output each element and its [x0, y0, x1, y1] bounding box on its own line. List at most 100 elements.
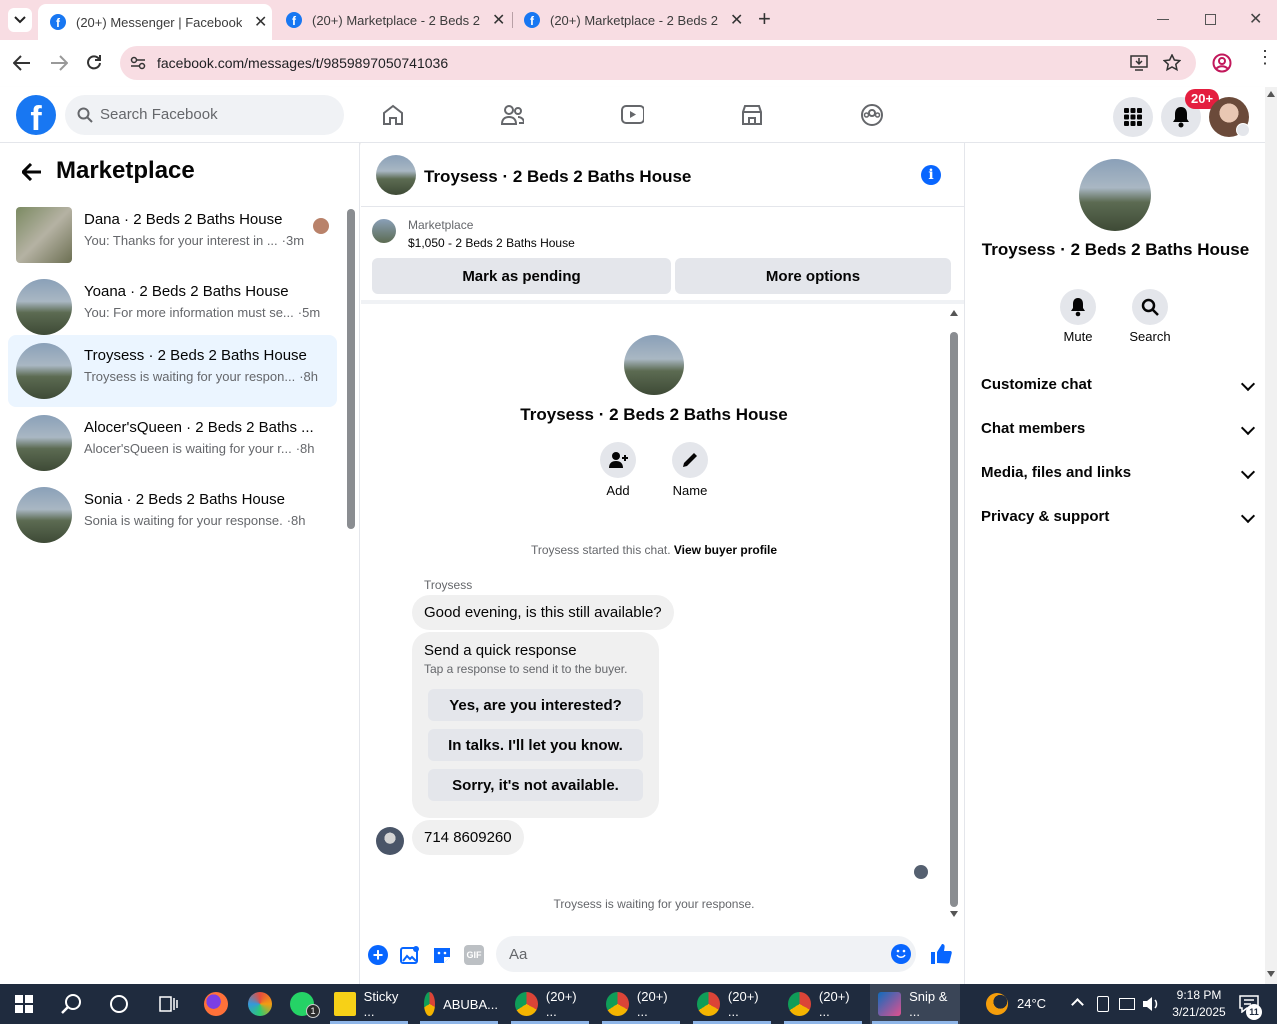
listing-thumbnail[interactable] — [372, 219, 396, 243]
taskbar-sticky-notes[interactable]: Sticky ... — [328, 984, 408, 1024]
chat-avatar[interactable] — [376, 155, 416, 195]
chat-scrollbar[interactable] — [949, 308, 959, 918]
close-window-button[interactable]: ✕ — [1249, 9, 1262, 29]
windows-start-icon[interactable] — [15, 995, 33, 1013]
message-input[interactable]: Aa — [496, 936, 916, 972]
scroll-up-arrow-icon[interactable] — [1267, 91, 1275, 97]
tab-marketplace-2[interactable]: f (20+) Marketplace - 2 Beds 2 Baths Hou… — [512, 0, 748, 40]
minimize-button[interactable] — [1157, 19, 1169, 20]
tab-messenger[interactable]: f (20+) Messenger | Facebook ✕ — [38, 4, 272, 40]
scroll-down-arrow-icon[interactable] — [950, 911, 958, 917]
details-avatar[interactable] — [1079, 159, 1151, 231]
listing-price-title[interactable]: $1,050 - 2 Beds 2 Baths House — [408, 236, 575, 250]
site-settings-icon[interactable] — [130, 56, 146, 70]
back-icon[interactable] — [13, 55, 31, 71]
chat-members-section[interactable]: Chat members — [981, 420, 1256, 442]
chat-avatar-large[interactable] — [624, 335, 684, 395]
tray-expand-icon[interactable] — [1071, 998, 1084, 1011]
conversation-item[interactable]: Alocer'sQueen · 2 Beds 2 Baths ... Aloce… — [8, 407, 337, 479]
taskbar-chrome-window[interactable]: ABUBA... — [418, 984, 498, 1024]
weather-icon[interactable] — [986, 993, 1008, 1015]
quick-response-option[interactable]: In talks. I'll let you know. — [428, 729, 643, 761]
message-bubble[interactable]: Good evening, is this still available? — [412, 595, 674, 630]
conversation-list-scrollbar[interactable] — [347, 209, 355, 529]
conversation-item[interactable]: Sonia · 2 Beds 2 Baths House Sonia is wa… — [8, 479, 337, 551]
mark-as-pending-button[interactable]: Mark as pending — [372, 258, 671, 294]
network-icon[interactable] — [1119, 998, 1135, 1010]
groups-icon[interactable] — [860, 103, 884, 127]
tab-search-dropdown[interactable] — [8, 8, 32, 32]
more-options-button[interactable]: More options — [675, 258, 951, 294]
taskbar-chrome-window[interactable]: (20+) ... — [600, 984, 680, 1024]
scroll-down-arrow-icon[interactable] — [1267, 971, 1275, 977]
media-files-links-section[interactable]: Media, files and links — [981, 464, 1256, 486]
details-name: Troysess · 2 Beds 2 Baths House — [981, 240, 1250, 259]
omnibox[interactable]: facebook.com/messages/t/9859897050741036 — [120, 46, 1196, 80]
taskbar-search-icon[interactable] — [61, 993, 83, 1015]
cortana-icon[interactable] — [110, 995, 128, 1013]
mute-button[interactable] — [1060, 289, 1096, 325]
weather-temp[interactable]: 24°C — [1017, 996, 1046, 1011]
close-tab-icon[interactable]: ✕ — [492, 10, 505, 30]
page-scrollbar[interactable] — [1265, 87, 1277, 984]
customize-chat-section[interactable]: Customize chat — [981, 376, 1256, 398]
privacy-support-section[interactable]: Privacy & support — [981, 508, 1256, 530]
taskbar-chrome-window[interactable]: (20+) ... — [509, 984, 589, 1024]
quick-response-option[interactable]: Sorry, it's not available. — [428, 769, 643, 801]
clock-time[interactable]: 9:18 PM — [1170, 988, 1228, 1002]
search-chat-button[interactable] — [1132, 289, 1168, 325]
facebook-search-input[interactable]: Search Facebook — [65, 95, 344, 135]
chat-info-icon[interactable]: i — [921, 165, 941, 185]
install-app-icon[interactable] — [1130, 55, 1148, 71]
forward-icon[interactable] — [50, 55, 68, 71]
reload-icon[interactable] — [86, 54, 102, 70]
task-view-icon[interactable] — [158, 995, 178, 1013]
firefox-icon[interactable] — [204, 992, 228, 1016]
add-person-button[interactable] — [600, 442, 636, 478]
photo-icon[interactable] — [400, 945, 420, 965]
taskbar-chrome-window[interactable]: (20+) ... — [782, 984, 862, 1024]
sender-avatar[interactable] — [376, 827, 404, 855]
message-bubble[interactable]: 714 8609260 — [412, 820, 524, 855]
video-icon[interactable] — [620, 103, 644, 127]
url-text[interactable]: facebook.com/messages/t/9859897050741036 — [157, 55, 448, 71]
taskbar-app-label: Sticky ... — [363, 989, 399, 1019]
conversation-item[interactable]: Dana · 2 Beds 2 Baths House You: Thanks … — [8, 199, 337, 271]
more-actions-icon[interactable]: + — [368, 945, 388, 965]
back-arrow-icon[interactable] — [22, 163, 42, 181]
close-tab-icon[interactable]: ✕ — [254, 12, 267, 32]
chat-title[interactable]: Troysess · 2 Beds 2 Baths House — [424, 167, 691, 187]
clock-date[interactable]: 3/21/2025 — [1166, 1005, 1232, 1019]
scroll-thumb[interactable] — [950, 332, 958, 907]
volume-icon[interactable] — [1142, 996, 1160, 1012]
account-chevron-icon[interactable] — [1236, 123, 1250, 137]
gif-icon[interactable]: GIF — [464, 945, 484, 965]
conversation-item[interactable]: Yoana · 2 Beds 2 Baths House You: For mo… — [8, 271, 337, 343]
profile-icon[interactable] — [1212, 53, 1232, 73]
restore-button[interactable] — [1205, 14, 1216, 25]
browser-menu-icon[interactable]: ⋮ — [1256, 48, 1274, 66]
sticker-icon[interactable] — [432, 945, 452, 965]
browser-tab-bar: f (20+) Messenger | Facebook ✕ f (20+) M… — [0, 0, 1277, 40]
taskbar-snip-sketch[interactable]: Snip & ... — [870, 984, 960, 1024]
facebook-logo-icon[interactable]: f — [16, 95, 56, 135]
emoji-icon[interactable] — [891, 944, 911, 964]
new-tab-button[interactable]: + — [758, 8, 771, 30]
edit-name-button[interactable] — [672, 442, 708, 478]
quick-response-option[interactable]: Yes, are you interested? — [428, 689, 643, 721]
home-icon[interactable] — [381, 103, 405, 127]
taskbar-chrome-window[interactable]: (20+) ... — [691, 984, 771, 1024]
scroll-up-arrow-icon[interactable] — [950, 310, 958, 316]
device-icon[interactable] — [1097, 996, 1109, 1012]
bookmark-star-icon[interactable] — [1163, 54, 1181, 72]
search-placeholder: Search Facebook — [100, 106, 218, 123]
view-buyer-profile-link[interactable]: View buyer profile — [674, 543, 777, 557]
like-thumb-icon[interactable] — [930, 943, 952, 965]
friends-icon[interactable] — [500, 103, 524, 127]
conversation-item-selected[interactable]: Troysess · 2 Beds 2 Baths House Troysess… — [8, 335, 337, 407]
app-icon[interactable] — [248, 992, 272, 1016]
close-tab-icon[interactable]: ✕ — [730, 10, 743, 30]
tab-marketplace-1[interactable]: f (20+) Marketplace - 2 Beds 2 Baths Hou… — [274, 0, 510, 40]
menu-grid-button[interactable] — [1113, 97, 1153, 137]
marketplace-icon[interactable] — [740, 103, 764, 127]
